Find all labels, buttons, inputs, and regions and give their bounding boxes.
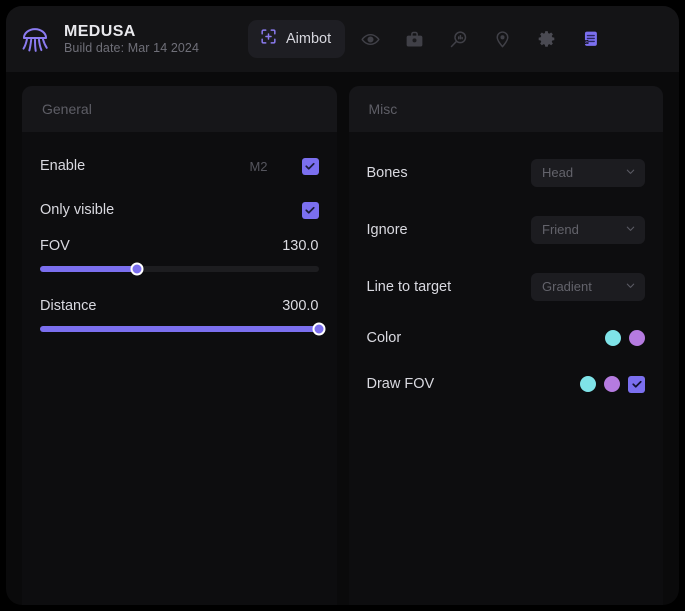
build-date: Build date: Mar 14 2024 xyxy=(64,40,200,55)
slider-distance-fill xyxy=(40,326,319,332)
app-window: MEDUSA Build date: Mar 14 2024 Aimbot Ge… xyxy=(6,6,679,605)
chevron-down-icon xyxy=(625,278,636,296)
config-icon[interactable] xyxy=(569,18,611,60)
tab-aimbot-label: Aimbot xyxy=(286,31,332,47)
row-enable-controls: M2 xyxy=(249,157,319,175)
ignore-dropdown[interactable]: Friend xyxy=(531,215,645,244)
enable-keybind[interactable]: M2 xyxy=(249,159,267,174)
draw-fov-swatch-secondary[interactable] xyxy=(604,376,620,392)
panels-container: General Enable M2 Only visible FOV 130.0… xyxy=(6,72,679,605)
row-draw-fov-label: Draw FOV xyxy=(366,376,435,392)
brand-text: MEDUSA Build date: Mar 14 2024 xyxy=(64,23,199,55)
row-color-label: Color xyxy=(366,330,402,346)
panel-misc-body: Bones Head Ignore Friend Line to target … xyxy=(349,132,664,605)
row-only-visible-controls xyxy=(301,201,319,219)
enable-checkbox[interactable] xyxy=(301,157,319,175)
row-enable-label: Enable xyxy=(40,158,86,174)
row-color-controls xyxy=(605,330,645,346)
row-ignore: Ignore Friend xyxy=(366,201,645,258)
panel-general: General Enable M2 Only visible FOV 130.0… xyxy=(22,86,337,605)
slider-distance-label: Distance xyxy=(40,298,97,314)
row-ignore-label: Ignore xyxy=(366,221,408,238)
slider-distance-track[interactable] xyxy=(40,322,325,336)
line-to-target-dropdown[interactable]: Gradient xyxy=(531,272,645,301)
tab-aimbot[interactable]: Aimbot xyxy=(248,20,346,58)
panel-general-body: Enable M2 Only visible FOV 130.0 Distanc… xyxy=(22,132,337,605)
bones-dropdown[interactable]: Head xyxy=(531,158,645,187)
slider-fov-label: FOV xyxy=(40,238,70,254)
panel-general-title: General xyxy=(42,101,92,117)
chevron-down-icon xyxy=(625,164,636,182)
line-to-target-dropdown-value: Gradient xyxy=(542,279,592,294)
slider-fov: FOV 130.0 xyxy=(40,232,319,276)
slider-fov-value: 130.0 xyxy=(282,238,319,254)
search-icon[interactable] xyxy=(437,18,479,60)
ignore-dropdown-value: Friend xyxy=(542,222,579,237)
row-line-to-target: Line to target Gradient xyxy=(366,258,645,315)
slider-fov-head: FOV 130.0 xyxy=(40,238,319,254)
app-header: MEDUSA Build date: Mar 14 2024 Aimbot xyxy=(6,6,679,72)
row-bones: Bones Head xyxy=(366,144,645,201)
gear-icon[interactable] xyxy=(525,18,567,60)
map-pin-icon[interactable] xyxy=(481,18,523,60)
tabbar: Aimbot xyxy=(248,18,611,60)
panel-general-header: General xyxy=(22,86,337,132)
row-color: Color xyxy=(366,315,645,361)
jellyfish-icon xyxy=(16,20,54,58)
color-swatch-secondary[interactable] xyxy=(629,330,645,346)
slider-distance-value: 300.0 xyxy=(282,298,319,314)
row-draw-fov: Draw FOV xyxy=(366,361,645,407)
panel-misc: Misc Bones Head Ignore Friend Line to ta… xyxy=(348,86,664,605)
only-visible-checkbox[interactable] xyxy=(301,201,319,219)
bones-dropdown-value: Head xyxy=(542,165,574,180)
panel-misc-header: Misc xyxy=(348,86,663,132)
slider-distance: Distance 300.0 xyxy=(40,292,325,336)
draw-fov-swatch-primary[interactable] xyxy=(580,376,596,392)
slider-fov-fill xyxy=(40,266,138,272)
row-only-visible-label: Only visible xyxy=(40,202,115,218)
chevron-down-icon xyxy=(625,221,636,239)
row-draw-fov-controls xyxy=(580,375,645,393)
slider-fov-track[interactable] xyxy=(40,262,319,276)
slider-distance-thumb[interactable] xyxy=(312,322,325,336)
brand: MEDUSA Build date: Mar 14 2024 xyxy=(16,20,248,58)
briefcase-icon[interactable] xyxy=(393,18,435,60)
row-only-visible: Only visible xyxy=(40,188,319,232)
draw-fov-checkbox[interactable] xyxy=(628,375,645,393)
color-swatch-primary[interactable] xyxy=(605,330,621,346)
row-bones-label: Bones xyxy=(366,164,408,181)
slider-fov-thumb[interactable] xyxy=(130,262,144,276)
row-line-to-target-label: Line to target xyxy=(366,278,452,295)
crosshair-plus-icon xyxy=(259,27,278,51)
slider-distance-head: Distance 300.0 xyxy=(40,298,319,314)
panel-misc-title: Misc xyxy=(368,101,398,117)
row-enable: Enable M2 xyxy=(40,144,319,188)
eye-icon[interactable] xyxy=(349,18,391,60)
app-title: MEDUSA xyxy=(64,23,136,41)
